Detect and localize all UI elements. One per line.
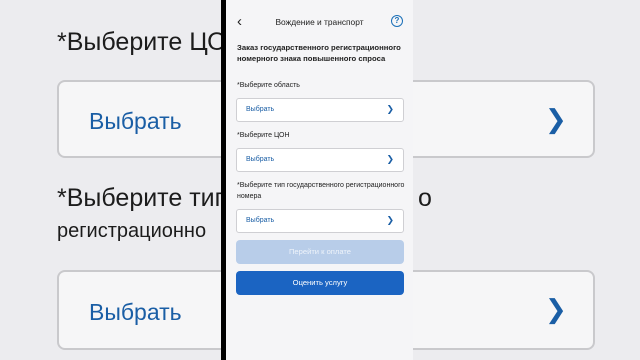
phone-screen: ‹ Вождение и транспорт ? Заказ государст… <box>226 0 413 360</box>
bg-chevron-right-icon-top: ❯ <box>545 104 567 134</box>
help-icon[interactable]: ? <box>391 15 403 27</box>
number-type-select[interactable]: Выбрать ❯ <box>236 209 404 233</box>
pay-button[interactable]: Перейти к оплате <box>236 240 404 264</box>
form-heading: Заказ государственного регистрационного … <box>237 43 401 63</box>
bg-select-top: Выбрать <box>57 80 221 158</box>
bg-type-fragment: о <box>418 184 432 212</box>
background-right: ❯ о ❯ <box>413 0 640 360</box>
number-type-select-value: Выбрать <box>246 217 275 224</box>
chevron-right-icon: ❯ <box>386 154 394 164</box>
bg-chevron-right-icon-bottom: ❯ <box>545 294 567 324</box>
region-select-value: Выбрать <box>246 106 275 113</box>
con-select[interactable]: Выбрать ❯ <box>236 148 404 172</box>
app-header: ‹ Вождение и транспорт ? <box>226 10 413 36</box>
page-title: Вождение и транспорт <box>275 17 364 27</box>
con-label: *Выберите ЦОН <box>237 132 290 139</box>
bg-select-top-right: ❯ <box>413 80 595 158</box>
bg-select-bottom-right: ❯ <box>413 270 595 350</box>
bg-select-bottom: Выбрать <box>57 270 221 350</box>
bg-type-line-2: регистрационно <box>57 220 207 242</box>
con-select-value: Выбрать <box>246 156 275 163</box>
number-type-label: *Выберите тип государственного регистрац… <box>237 182 405 200</box>
chevron-right-icon: ❯ <box>386 104 394 114</box>
chevron-right-icon: ❯ <box>386 215 394 225</box>
bg-title-con: *Выберите ЦОН <box>57 28 221 56</box>
region-select[interactable]: Выбрать ❯ <box>236 98 404 122</box>
rate-service-button[interactable]: Оценить услугу <box>236 271 404 295</box>
bg-type-line-1: *Выберите тип <box>57 184 221 212</box>
bg-select-top-label: Выбрать <box>89 108 182 134</box>
bg-select-bottom-label: Выбрать <box>89 299 182 325</box>
region-label: *Выберите область <box>237 82 300 89</box>
background-left: *Выберите ЦОН Выбрать *Выберите тип реги… <box>0 0 221 360</box>
